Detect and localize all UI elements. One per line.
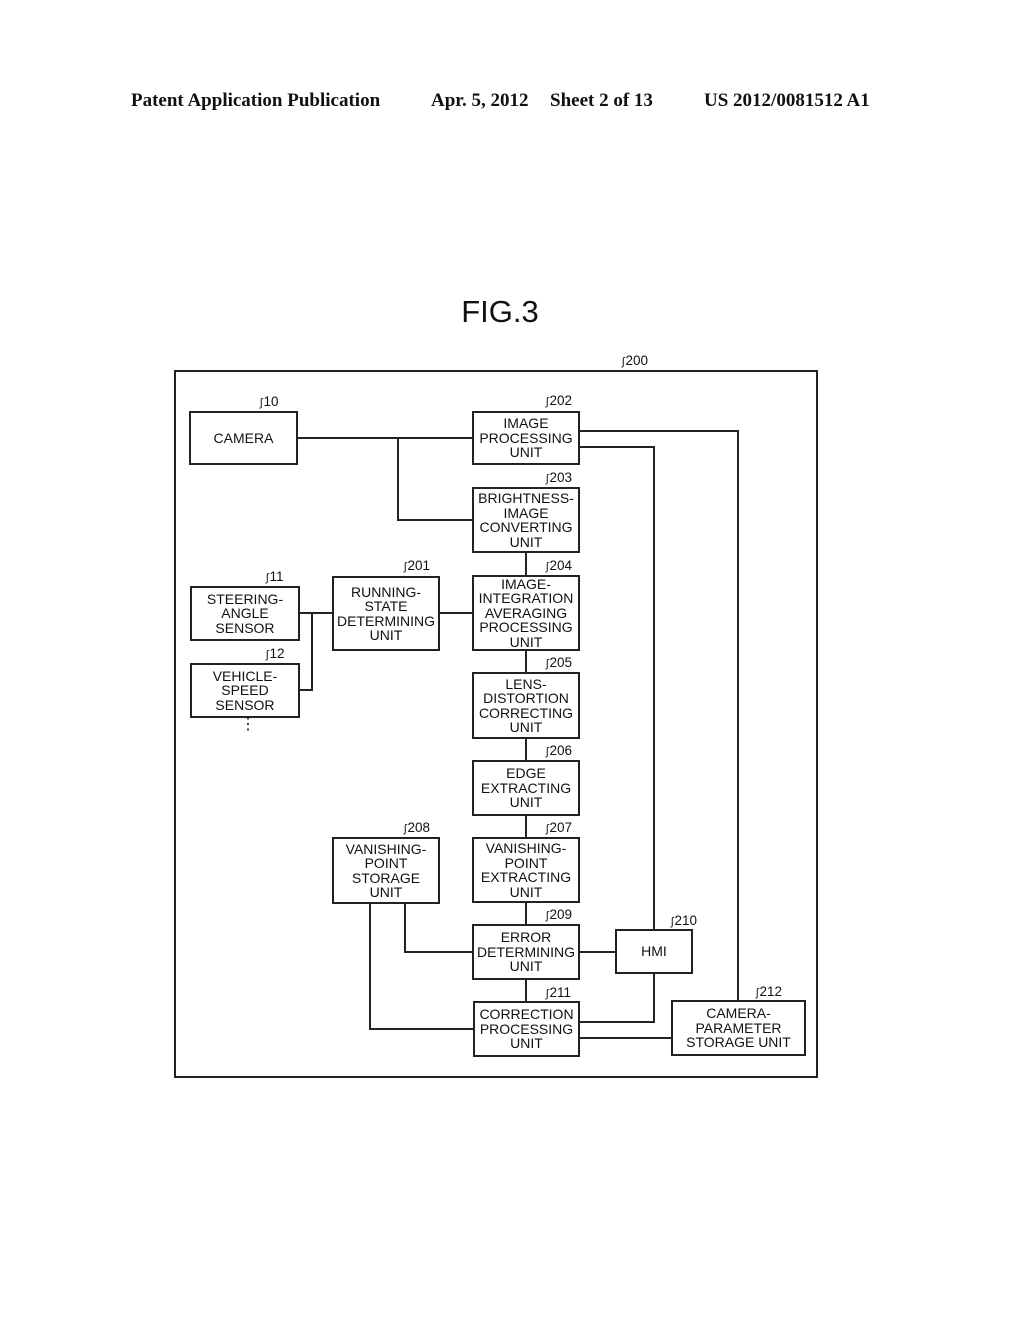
ref-208: ʃ208 <box>404 820 430 835</box>
block-vp-extracting: VANISHING- POINT EXTRACTING UNIT <box>472 837 580 903</box>
line-camera-brightness <box>397 438 473 521</box>
block-integration-averaging: IMAGE- INTEGRATION AVERAGING PROCESSING … <box>472 575 580 651</box>
ref-12: ʃ12 <box>266 646 284 661</box>
ref-206: ʃ206 <box>546 743 572 758</box>
line-hmi-correction <box>579 974 655 1023</box>
block-brightness-converting: BRIGHTNESS- IMAGE CONVERTING UNIT <box>472 487 580 553</box>
block-error-determining: ERROR DETERMINING UNIT <box>472 924 580 980</box>
block-lens-distortion: LENS- DISTORTION CORRECTING UNIT <box>472 672 580 739</box>
ref-number: 208 <box>407 820 430 835</box>
line-image-processing-hmi <box>579 446 655 930</box>
ref-number: 207 <box>549 820 572 835</box>
ref-207: ʃ207 <box>546 820 572 835</box>
ref-number: 212 <box>759 984 782 999</box>
ref-210: ʃ210 <box>671 913 697 928</box>
ref-number: 200 <box>625 353 648 368</box>
ref-10: ʃ10 <box>260 394 278 409</box>
ref-number: 11 <box>269 569 284 584</box>
line-speed-running <box>299 613 313 691</box>
connector-lines <box>174 370 818 1078</box>
ref-number: 203 <box>549 470 572 485</box>
ref-number: 205 <box>549 655 572 670</box>
line-vpstorage-correction <box>369 903 473 1030</box>
line-image-processing-cam-param <box>579 430 739 1001</box>
block-vp-storage: VANISHING- POINT STORAGE UNIT <box>332 837 440 904</box>
ref-number: 204 <box>549 558 572 573</box>
block-camera-parameter-storage: CAMERA- PARAMETER STORAGE UNIT <box>671 1000 806 1056</box>
ref-211: ʃ211 <box>546 985 571 1000</box>
ref-209: ʃ209 <box>546 907 572 922</box>
ref-number: 206 <box>549 743 572 758</box>
block-camera: CAMERA <box>189 411 298 465</box>
ref-number: 12 <box>269 646 285 661</box>
ref-number: 209 <box>549 907 572 922</box>
ref-200: ʃ200 <box>622 353 648 368</box>
ref-212: ʃ212 <box>756 984 782 999</box>
block-edge-extracting: EDGE EXTRACTING UNIT <box>472 760 580 816</box>
block-image-processing: IMAGE PROCESSING UNIT <box>472 411 580 465</box>
line-vpstorage-error <box>404 903 473 953</box>
ref-205: ʃ205 <box>546 655 572 670</box>
ref-number: 201 <box>407 558 430 573</box>
block-hmi: HMI <box>615 929 693 974</box>
block-steering-sensor: STEERING- ANGLE SENSOR <box>190 586 300 641</box>
ref-number: 202 <box>549 393 572 408</box>
ref-201: ʃ201 <box>404 558 430 573</box>
block-running-state: RUNNING- STATE DETERMINING UNIT <box>332 576 440 651</box>
ref-202: ʃ202 <box>546 393 572 408</box>
ref-number: 211 <box>549 985 571 1000</box>
ref-number: 210 <box>674 913 697 928</box>
ref-number: 10 <box>263 394 279 409</box>
more-sensors-ellipsis: ⋮ <box>240 716 256 733</box>
ref-203: ʃ203 <box>546 470 572 485</box>
ref-11: ʃ11 <box>266 569 283 584</box>
ref-204: ʃ204 <box>546 558 572 573</box>
block-vehicle-speed-sensor: VEHICLE- SPEED SENSOR <box>190 663 300 718</box>
block-correction-processing: CORRECTION PROCESSING UNIT <box>473 1001 580 1057</box>
